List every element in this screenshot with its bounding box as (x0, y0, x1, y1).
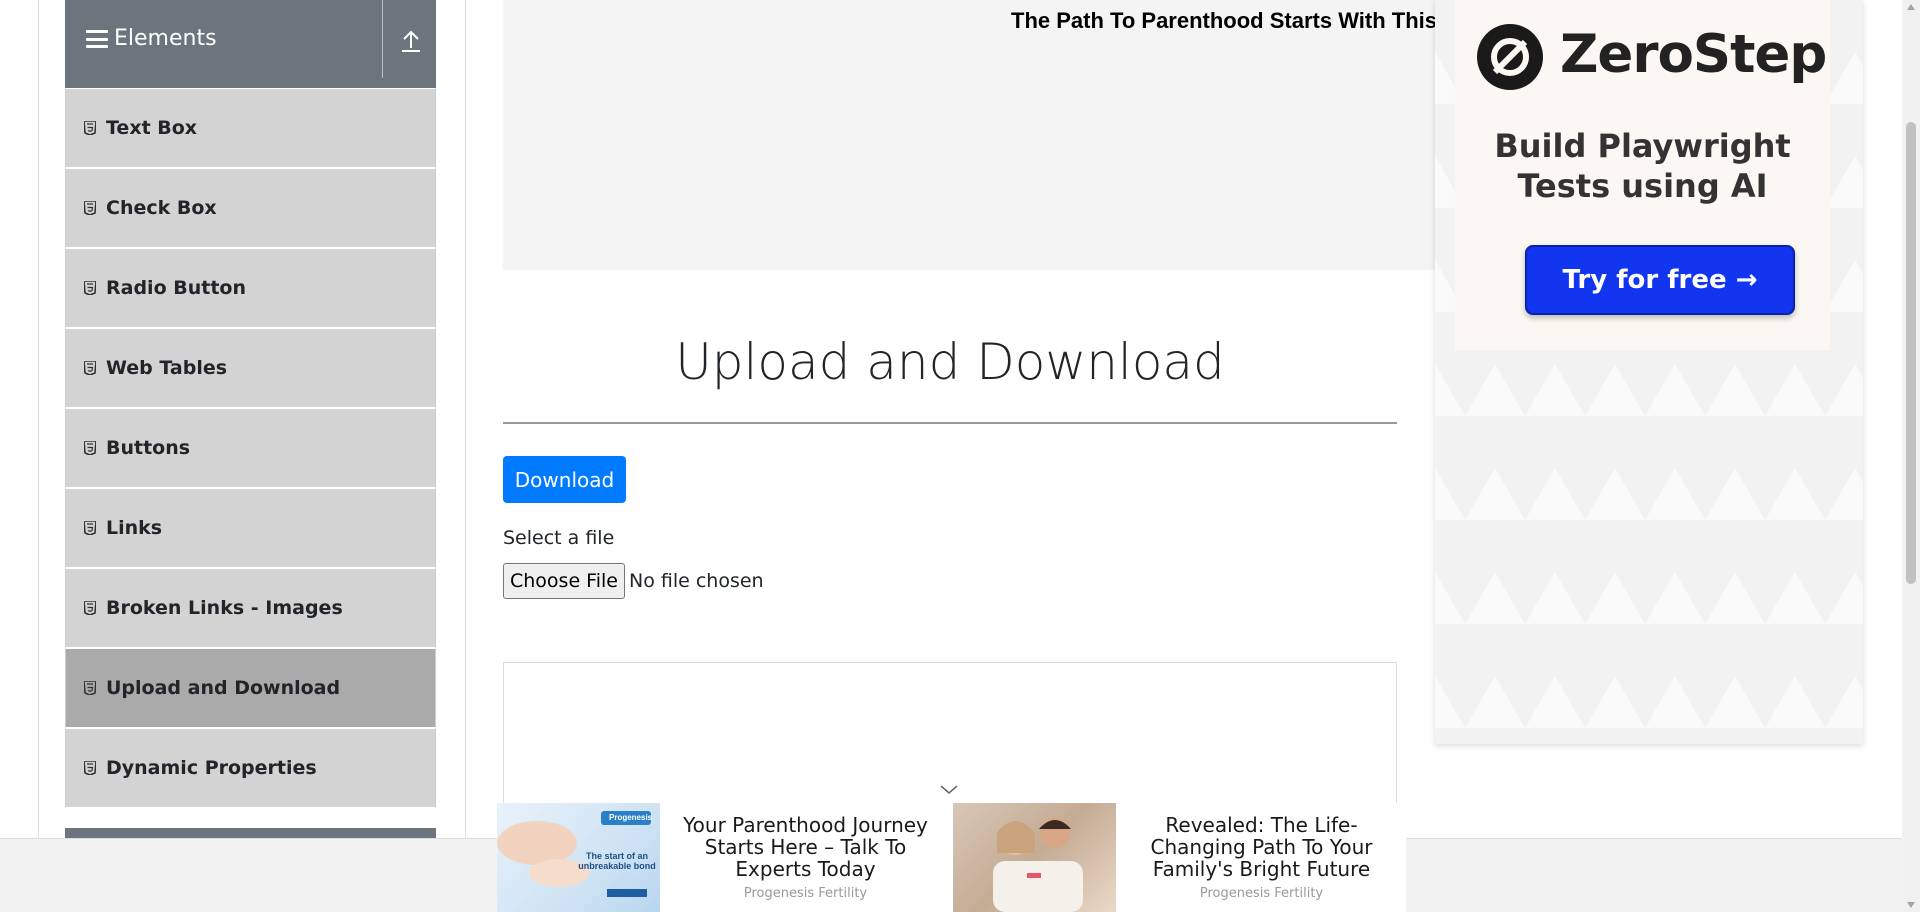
scroll-down-arrow-icon[interactable] (1907, 902, 1915, 908)
chevron-down-icon[interactable] (939, 784, 959, 796)
sidebar-item-dynamic-properties[interactable]: Dynamic Properties (65, 728, 436, 808)
html5-icon (84, 201, 96, 215)
scrollbar-thumb[interactable] (1906, 122, 1916, 584)
file-status-text: No file chosen (629, 570, 764, 592)
ad-thumbnail[interactable] (953, 803, 1116, 912)
ad-headline[interactable]: Revealed: The Life-Changing Path To Your… (1122, 814, 1401, 880)
sidebar-item-text-box[interactable]: Text Box (65, 88, 436, 168)
html5-icon (84, 761, 96, 775)
sidebar-item-label: Buttons (106, 437, 191, 459)
vertical-scrollbar[interactable] (1902, 0, 1920, 912)
sidebar-item-label: Text Box (106, 117, 198, 139)
sidebar-item-buttons[interactable]: Buttons (65, 408, 436, 488)
ad-headline[interactable]: Your Parenthood Journey Starts Here – Ta… (666, 814, 945, 880)
sidebar-item-label: Dynamic Properties (106, 757, 317, 779)
choose-file-button[interactable]: Choose File (503, 563, 625, 599)
ad-sponsor: Progenesis Fertility (743, 886, 868, 901)
sidebar-item-label: Links (106, 517, 163, 539)
ad-thumb-brand: Progenesis (609, 813, 653, 822)
bottom-ad-tile-1[interactable]: Progenesis The start of an unbreakable b… (497, 803, 951, 912)
sidebar-item-label: Upload and Download (106, 677, 341, 699)
select-file-label: Select a file (503, 527, 615, 549)
page: Elements Text Box Check Box Radio Button… (0, 0, 1920, 912)
sidebar-item-links[interactable]: Links (65, 488, 436, 568)
sidebar-item-broken-links-images[interactable]: Broken Links - Images (65, 568, 436, 648)
ad-tagline-line-1: Build Playwright (1494, 127, 1791, 165)
ad-brand-name: ZeroStep (1560, 24, 1827, 85)
download-button[interactable]: Download (503, 456, 626, 503)
right-ad-panel[interactable]: ZeroStep Build Playwright Tests using AI… (1435, 0, 1863, 744)
scroll-up-arrow-icon[interactable] (1907, 4, 1915, 10)
sidebar-item-web-tables[interactable]: Web Tables (65, 328, 436, 408)
try-for-free-button[interactable]: Try for free → (1525, 245, 1795, 315)
sidebar-group-title: Elements (114, 26, 217, 51)
bottom-ad-tile-2[interactable]: Revealed: The Life-Changing Path To Your… (953, 803, 1407, 912)
ad-sponsor: Progenesis Fertility (1199, 886, 1324, 901)
title-divider (503, 422, 1397, 424)
hamburger-icon (86, 30, 108, 48)
zerostep-logo-icon (1477, 24, 1543, 90)
html5-icon (84, 441, 96, 455)
sidebar-group-header-elements[interactable]: Elements (65, 0, 436, 88)
ad-text[interactable]: Your Parenthood Journey Starts Here – Ta… (660, 803, 951, 912)
top-ad-headline[interactable]: The Path To Parenthood Starts With This (1011, 8, 1437, 34)
header-divider (382, 0, 383, 78)
top-ad-banner[interactable]: The Path To Parenthood Starts With This (503, 0, 1437, 270)
ad-thumbnail[interactable]: Progenesis The start of an unbreakable b… (497, 803, 660, 912)
ad-tagline: Build Playwright Tests using AI (1455, 126, 1830, 206)
sidebar-item-upload-and-download[interactable]: Upload and Download (65, 648, 436, 728)
bottom-ad-strip: Progenesis The start of an unbreakable b… (497, 803, 1406, 912)
html5-icon (84, 521, 96, 535)
sidebar: Elements Text Box Check Box Radio Button… (65, 0, 436, 840)
ad-text[interactable]: Revealed: The Life-Changing Path To Your… (1116, 803, 1407, 912)
sidebar-item-label: Web Tables (106, 357, 228, 379)
html5-icon (84, 601, 96, 615)
couple-image (993, 818, 1083, 912)
zerostep-ad-card[interactable]: ZeroStep Build Playwright Tests using AI… (1455, 0, 1830, 350)
ad-thumb-text: The start of an unbreakable bond (578, 851, 656, 871)
sidebar-item-label: Radio Button (106, 277, 246, 299)
html5-icon (84, 281, 96, 295)
collapse-up-icon[interactable] (400, 28, 422, 54)
sidebar-item-label: Check Box (106, 197, 217, 219)
html5-icon (84, 681, 96, 695)
sidebar-item-radio-button[interactable]: Radio Button (65, 248, 436, 328)
page-title: Upload and Download (675, 333, 1225, 391)
sidebar-item-check-box[interactable]: Check Box (65, 168, 436, 248)
sidebar-item-label: Broken Links - Images (106, 597, 343, 619)
html5-icon (84, 361, 96, 375)
ad-tagline-line-2: Tests using AI (1517, 167, 1768, 205)
html5-icon (84, 121, 96, 135)
